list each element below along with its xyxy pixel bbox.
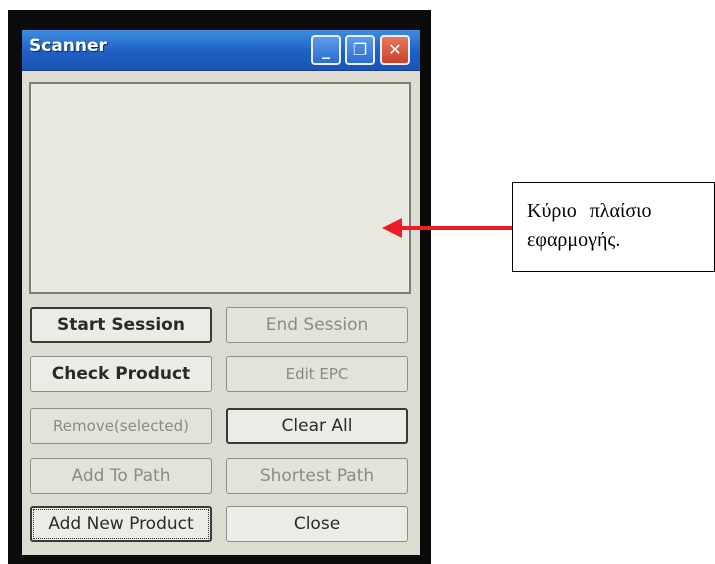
edit-epc-button[interactable]: Edit EPC <box>226 356 408 392</box>
add-new-product-button[interactable]: Add New Product <box>30 506 212 542</box>
end-session-button[interactable]: End Session <box>226 307 408 343</box>
callout-line-2: εφαρμογής. <box>527 229 621 251</box>
device-photo: Scanner _ ❐ ✕ Start Session End Session … <box>8 10 431 564</box>
arrow-shaft <box>400 226 512 230</box>
check-product-button[interactable]: Check Product <box>30 356 212 392</box>
close-button[interactable]: Close <box>226 506 408 542</box>
clear-all-button[interactable]: Clear All <box>226 408 408 444</box>
title-bar: Scanner _ ❐ ✕ <box>22 30 420 71</box>
callout-line-1: Κύριο πλαίσιο <box>527 200 652 222</box>
close-icon[interactable]: ✕ <box>380 35 410 65</box>
restore-icon[interactable]: ❐ <box>345 35 375 65</box>
shortest-path-button[interactable]: Shortest Path <box>226 458 408 494</box>
start-session-button[interactable]: Start Session <box>30 307 212 343</box>
minimize-icon[interactable]: _ <box>311 35 341 65</box>
add-to-path-button[interactable]: Add To Path <box>30 458 212 494</box>
remove-selected-button[interactable]: Remove(selected) <box>30 408 212 444</box>
main-list-box[interactable] <box>29 82 411 294</box>
scanner-window: Scanner _ ❐ ✕ Start Session End Session … <box>22 30 420 555</box>
annotation-callout: Κύριο πλαίσιο εφαρμογής. <box>512 182 715 272</box>
arrow-left-icon <box>382 218 402 238</box>
window-title: Scanner <box>29 36 107 56</box>
